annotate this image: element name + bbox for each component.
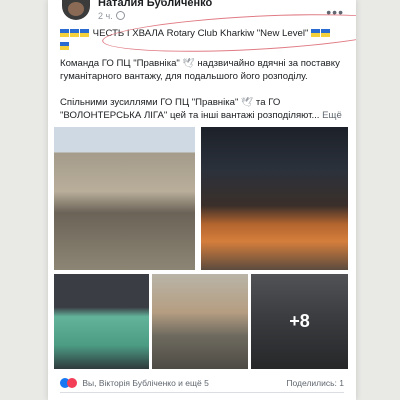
post-time[interactable]: 2 ч. bbox=[98, 11, 125, 21]
post-line3a-text: Спільними зусиллями ГО ПЦ "Правніка" bbox=[60, 97, 239, 108]
post-time-label: 2 ч. bbox=[98, 11, 113, 21]
dove-icon: 🕊 bbox=[241, 97, 254, 108]
post-line2a-text: Команда ГО ПЦ "Правніка" bbox=[60, 58, 180, 69]
globe-icon bbox=[115, 11, 125, 20]
photo-car-trunk[interactable] bbox=[201, 127, 348, 270]
ukraine-flag-icon bbox=[60, 29, 69, 37]
heart-icon bbox=[67, 378, 77, 388]
dove-icon: 🕊 bbox=[182, 58, 195, 69]
more-photos-count[interactable]: +8 bbox=[251, 274, 348, 369]
post-card: Наталия Бубличенко 2 ч. ••• ЧЕСТЬ І ХВАЛ… bbox=[48, 0, 356, 400]
ukraine-flag-icon bbox=[70, 29, 79, 37]
post-author[interactable]: Наталия Бубличенко bbox=[98, 0, 212, 9]
reactions-summary[interactable]: Вы, Вікторія Бубліченко и ещё 5 bbox=[60, 378, 209, 388]
ukraine-flag-icon bbox=[60, 42, 69, 50]
shares-count[interactable]: Поделились: 1 bbox=[286, 378, 344, 388]
post-text-line3: Спільними зусиллями ГО ПЦ "Правніка" 🕊 т… bbox=[60, 96, 350, 122]
photo-more[interactable]: +8 bbox=[251, 274, 348, 369]
see-more-link[interactable]: Ещё bbox=[322, 110, 342, 121]
photo-green-bags[interactable] bbox=[54, 274, 149, 369]
reactions-text: Вы, Вікторія Бубліченко и ещё 5 bbox=[82, 378, 209, 388]
photo-building-crowd[interactable] bbox=[54, 127, 195, 270]
divider bbox=[60, 392, 344, 393]
ukraine-flag-icon bbox=[80, 29, 89, 37]
photo-courtyard[interactable] bbox=[152, 274, 248, 369]
avatar[interactable] bbox=[62, 0, 90, 20]
post-text-line2: Команда ГО ПЦ "Правніка" 🕊 надзвичайно в… bbox=[60, 57, 350, 83]
